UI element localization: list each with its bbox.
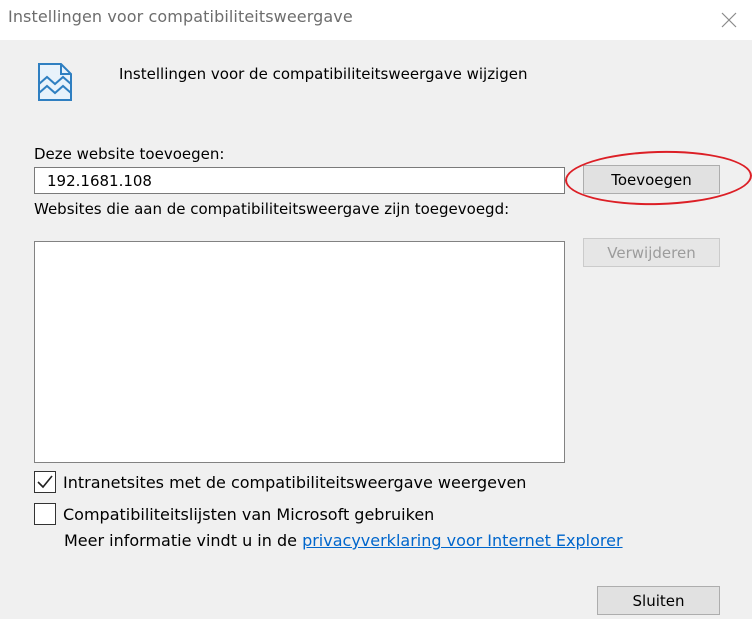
close-window-button[interactable] [706,0,752,40]
broken-page-icon [38,63,72,101]
remove-button[interactable]: Verwijderen [583,238,720,267]
more-info-text: Meer informatie vindt u in de privacyver… [64,531,623,550]
microsoft-lists-checkbox[interactable] [34,503,56,525]
close-button[interactable]: Sluiten [597,586,720,615]
website-url-input[interactable] [34,167,565,194]
intranet-option-label: Intranetsites met de compatibiliteitswee… [63,472,527,492]
checkmark-icon [37,475,53,489]
site-list-label: Websites die aan de compatibiliteitsweer… [34,200,510,218]
title-bar: Instellingen voor compatibiliteitsweerga… [0,0,752,40]
close-x-icon [721,12,737,28]
add-button[interactable]: Toevoegen [583,165,720,194]
dialog-heading: Instellingen voor de compatibiliteitswee… [119,65,528,83]
window-title: Instellingen voor compatibiliteitsweerga… [8,7,353,26]
intranet-option[interactable]: Intranetsites met de compatibiliteitswee… [34,471,526,493]
compatibility-site-list[interactable] [34,241,565,463]
more-info-prefix: Meer informatie vindt u in de [64,531,303,550]
microsoft-lists-option-label: Compatibiliteitslijsten van Microsoft ge… [63,504,435,524]
microsoft-lists-option[interactable]: Compatibiliteitslijsten van Microsoft ge… [34,503,434,525]
intranet-checkbox[interactable] [34,471,56,493]
privacy-statement-link[interactable]: privacyverklaring voor Internet Explorer [302,531,622,550]
add-site-label: Deze website toevoegen: [34,145,225,163]
